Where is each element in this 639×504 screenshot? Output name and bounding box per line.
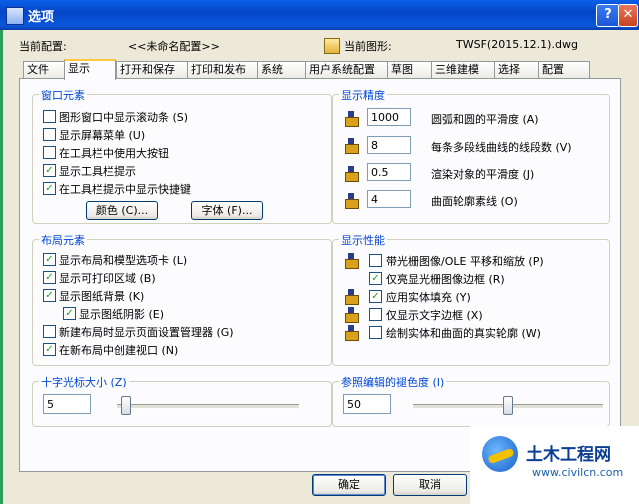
- shortcut-keys-checkbox[interactable]: ✓: [43, 182, 56, 195]
- colors-button[interactable]: 颜色 (C)...: [86, 201, 158, 220]
- xref-fade-slider-thumb[interactable]: [503, 396, 513, 415]
- current-drawing-value: TWSF(2015.12.1).dwg: [456, 38, 578, 51]
- large-buttons-label: 在工具栏中使用大按钮: [59, 147, 169, 160]
- drawing-setting-icon: [345, 166, 359, 182]
- arc-smoothness-input[interactable]: 1000: [367, 108, 411, 126]
- tab-drafting[interactable]: 草图: [387, 61, 435, 78]
- window-title: 选项: [28, 10, 55, 25]
- tab-selection[interactable]: 选择: [494, 61, 542, 78]
- raster-frame-checkbox[interactable]: ✓: [369, 272, 382, 285]
- current-config-value: <<未命名配置>>: [128, 40, 220, 53]
- raster-ole-label: 带光栅图像/OLE 平移和缩放 (P): [386, 255, 544, 268]
- screen-menu-checkbox[interactable]: [43, 128, 56, 141]
- current-drawing-label: 当前图形:: [344, 40, 392, 53]
- xref-fade-title: 参照编辑的褪色度 (I): [339, 374, 447, 390]
- window-elements-title: 窗口元素: [39, 87, 87, 103]
- tooltips-checkbox[interactable]: ✓: [43, 164, 56, 177]
- silhouettes-checkbox[interactable]: [369, 326, 382, 339]
- tab-open-save[interactable]: 打开和保存: [116, 61, 190, 78]
- drawing-setting-icon: [345, 289, 359, 305]
- drawing-setting-icon: [345, 307, 359, 323]
- display-performance-title: 显示性能: [339, 232, 387, 248]
- scrollbars-label: 图形窗口中显示滚动条 (S): [59, 111, 189, 124]
- contour-lines-input[interactable]: 4: [367, 190, 411, 208]
- background-window-edge: [0, 30, 3, 504]
- tab-profiles[interactable]: 配置: [538, 61, 590, 78]
- polyline-segments-input[interactable]: 8: [367, 136, 411, 154]
- paper-shadow-label: 显示图纸阴影 (E): [79, 308, 165, 321]
- tab-display[interactable]: 显示: [64, 59, 116, 80]
- shortcut-keys-label: 在工具栏提示中显示快捷键: [59, 183, 191, 196]
- screen-menu-label: 显示屏幕菜单 (U): [59, 129, 146, 142]
- tab-3d-modeling[interactable]: 三维建模: [431, 61, 499, 78]
- title-bar[interactable]: 选项 ? ✕: [0, 0, 639, 30]
- create-viewport-checkbox[interactable]: ✓: [43, 343, 56, 356]
- display-tab-pane: 窗口元素 图形窗口中显示滚动条 (S) 显示屏幕菜单 (U) 在工具栏中使用大按…: [19, 78, 621, 472]
- layout-model-tabs-label: 显示布局和模型选项卡 (L): [59, 254, 188, 267]
- display-performance-group: 显示性能 带光栅图像/OLE 平移和缩放 (P) ✓ 仅亮显光栅图像边框 (R)…: [332, 232, 610, 366]
- crosshair-size-slider-thumb[interactable]: [121, 396, 131, 415]
- help-button[interactable]: ?: [596, 4, 620, 27]
- contour-lines-label: 曲面轮廓素线 (O): [431, 195, 518, 208]
- layout-elements-title: 布局元素: [39, 232, 87, 248]
- xref-fade-group: 参照编辑的褪色度 (I) 50: [332, 374, 610, 427]
- paper-background-label: 显示图纸背景 (K): [59, 290, 145, 303]
- crosshair-size-input[interactable]: 5: [43, 394, 91, 414]
- watermark-title: 土木工程网: [526, 445, 611, 465]
- civil-engineering-logo-icon: [482, 436, 518, 472]
- ok-button[interactable]: 确定: [312, 474, 386, 496]
- close-button[interactable]: ✕: [618, 4, 638, 27]
- display-precision-title: 显示精度: [339, 87, 387, 103]
- tab-user-preferences[interactable]: 用户系统配置: [305, 61, 391, 78]
- paper-shadow-checkbox[interactable]: ✓: [63, 307, 76, 320]
- create-viewport-label: 在新布局中创建视口 (N): [59, 344, 179, 357]
- rendered-smoothness-label: 渲染对象的平滑度 (J): [431, 168, 535, 181]
- raster-ole-checkbox[interactable]: [369, 254, 382, 267]
- tooltips-label: 显示工具栏提示: [59, 165, 136, 178]
- fonts-button[interactable]: 字体 (F)...: [191, 201, 263, 220]
- printable-area-checkbox[interactable]: ✓: [43, 271, 56, 284]
- layout-model-tabs-checkbox[interactable]: ✓: [43, 253, 56, 266]
- drawing-setting-icon: [345, 325, 359, 341]
- crosshair-size-slider-track[interactable]: [117, 404, 299, 409]
- tab-plot-publish[interactable]: 打印和发布: [187, 61, 261, 78]
- raster-frame-label: 仅亮显光栅图像边框 (R): [386, 273, 505, 286]
- watermark-url: www.civilcn.com: [532, 466, 624, 479]
- crosshair-size-group: 十字光标大小 (Z) 5: [32, 374, 332, 427]
- app-icon: [6, 7, 24, 25]
- tab-strip: 文件 显示 打开和保存 打印和发布 系统 用户系统配置 草图 三维建模 选择 配…: [19, 59, 619, 80]
- polyline-segments-label: 每条多段线曲线的线段数 (V): [431, 141, 572, 154]
- tab-files[interactable]: 文件: [23, 61, 68, 78]
- xref-fade-input[interactable]: 50: [343, 394, 391, 414]
- current-config-label: 当前配置:: [19, 40, 67, 53]
- drawing-setting-icon: [345, 111, 359, 127]
- crosshair-size-title: 十字光标大小 (Z): [39, 374, 129, 390]
- paper-background-checkbox[interactable]: ✓: [43, 289, 56, 302]
- text-boundary-label: 仅显示文字边框 (X): [386, 309, 483, 322]
- watermark: 土木工程网 www.civilcn.com: [470, 426, 639, 504]
- layout-elements-group: 布局元素 ✓ 显示布局和模型选项卡 (L) ✓ 显示可打印区域 (B) ✓ 显示…: [32, 232, 332, 366]
- arc-smoothness-label: 圆弧和圆的平滑度 (A): [431, 113, 539, 126]
- scrollbars-checkbox[interactable]: [43, 110, 56, 123]
- drawing-setting-icon: [345, 193, 359, 209]
- page-setup-manager-checkbox[interactable]: [43, 325, 56, 338]
- page-setup-manager-label: 新建布局时显示页面设置管理器 (G): [59, 326, 234, 339]
- printable-area-label: 显示可打印区域 (B): [59, 272, 156, 285]
- large-buttons-checkbox[interactable]: [43, 146, 56, 159]
- cancel-button[interactable]: 取消: [393, 474, 467, 496]
- silhouettes-label: 绘制实体和曲面的真实轮廓 (W): [386, 327, 541, 340]
- drawing-setting-icon: [345, 138, 359, 154]
- drawing-file-icon: [324, 38, 340, 54]
- rendered-smoothness-input[interactable]: 0.5: [367, 163, 411, 181]
- display-precision-group: 显示精度 1000 圆弧和圆的平滑度 (A) 8 每条多段线曲线的线段数 (V)…: [332, 87, 610, 224]
- solid-fill-checkbox[interactable]: ✓: [369, 290, 382, 303]
- window-elements-group: 窗口元素 图形窗口中显示滚动条 (S) 显示屏幕菜单 (U) 在工具栏中使用大按…: [32, 87, 332, 224]
- solid-fill-label: 应用实体填充 (Y): [386, 291, 471, 304]
- drawing-setting-icon: [345, 253, 359, 269]
- tab-system[interactable]: 系统: [257, 61, 309, 78]
- text-boundary-checkbox[interactable]: [369, 308, 382, 321]
